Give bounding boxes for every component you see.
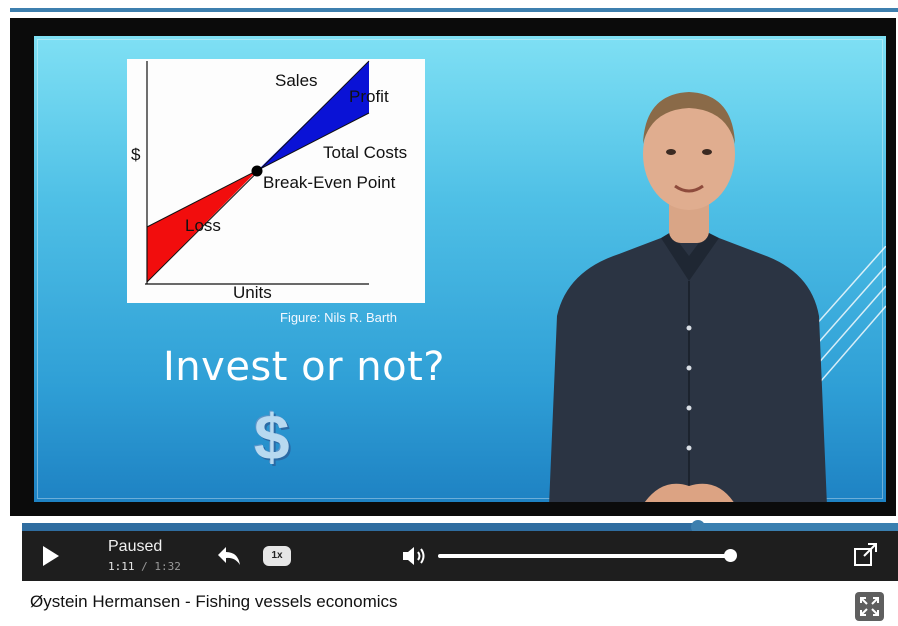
player-controls: Paused 1:11 / 1:32 1x: [22, 531, 898, 581]
slide-headline: Invest or not?: [163, 344, 446, 390]
playback-status: Paused: [108, 538, 163, 555]
playback-speed-button[interactable]: 1x: [263, 546, 291, 566]
top-bar: [10, 0, 898, 13]
volume-icon[interactable]: [400, 543, 430, 569]
profit-label: Profit: [349, 87, 389, 106]
x-axis-label: Units: [233, 283, 272, 302]
progress-bar[interactable]: [22, 520, 898, 534]
play-icon[interactable]: [34, 541, 64, 571]
top-accent-line: [10, 8, 898, 12]
popout-icon[interactable]: [852, 541, 880, 569]
y-axis-label: $: [131, 145, 141, 164]
figure-caption: Figure: Nils R. Barth: [280, 310, 398, 325]
total-costs-label: Total Costs: [323, 143, 408, 162]
video-slide[interactable]: Sales Profit Total Costs Break-Even Poin…: [34, 36, 886, 502]
expand-button[interactable]: [855, 592, 884, 621]
volume-handle[interactable]: [724, 549, 737, 562]
time-display: 1:11 / 1:32: [108, 560, 181, 573]
time-current: 1:11: [108, 560, 135, 573]
break-even-label: Break-Even Point: [263, 173, 396, 192]
presenter-figure: [549, 92, 827, 502]
break-even-figure: Sales Profit Total Costs Break-Even Poin…: [127, 59, 425, 303]
replay-icon[interactable]: [216, 545, 242, 567]
video-title: Øystein Hermansen - Fishing vessels econ…: [30, 592, 398, 611]
time-total: 1:32: [154, 560, 181, 573]
volume-slider[interactable]: [438, 554, 730, 558]
sales-label: Sales: [275, 71, 318, 90]
expand-icon: [860, 597, 879, 616]
loss-label: Loss: [185, 216, 221, 235]
time-separator: /: [134, 560, 155, 573]
dollar-icon: $: [254, 401, 290, 473]
break-even-point-marker: [251, 165, 263, 177]
progress-fill: [22, 523, 699, 531]
